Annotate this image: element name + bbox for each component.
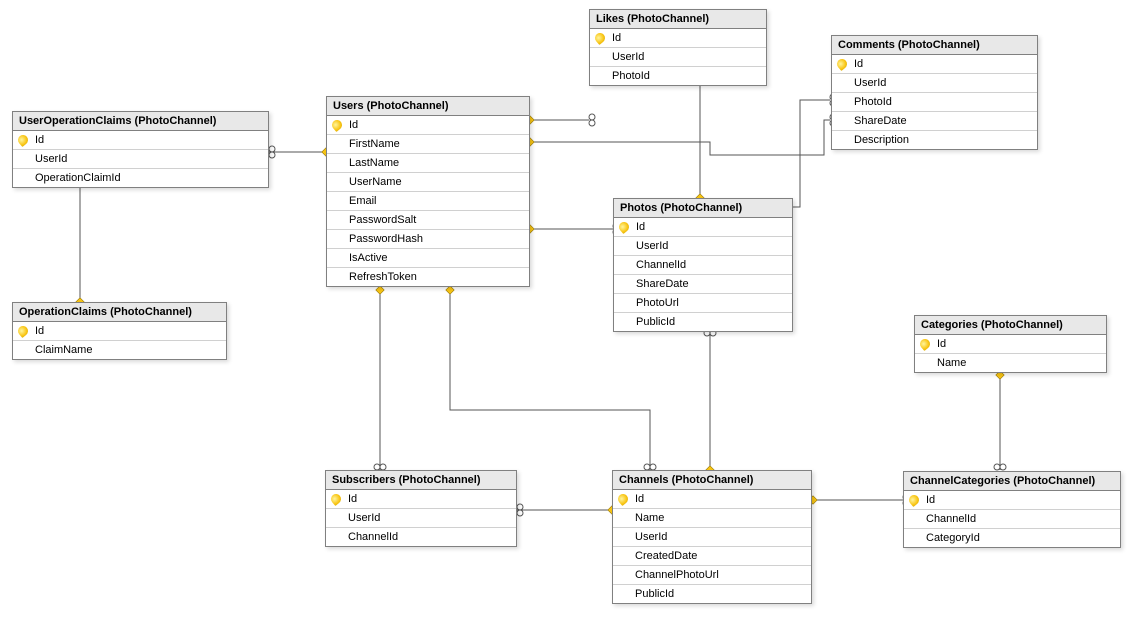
column-channelphotourl: ChannelPhotoUrl	[613, 566, 811, 585]
table-title: Comments (PhotoChannel)	[832, 36, 1037, 55]
column-name: Name	[613, 509, 811, 528]
column-publicid: PublicId	[613, 585, 811, 603]
column-lastname: LastName	[327, 154, 529, 173]
column-categoryid: CategoryId	[904, 529, 1120, 547]
table-likes[interactable]: Likes (PhotoChannel) Id UserId PhotoId	[589, 9, 767, 86]
table-title: UserOperationClaims (PhotoChannel)	[13, 112, 268, 131]
table-title: Subscribers (PhotoChannel)	[326, 471, 516, 490]
column-refreshtoken: RefreshToken	[327, 268, 529, 286]
column-photourl: PhotoUrl	[614, 294, 792, 313]
column-username: UserName	[327, 173, 529, 192]
column-id: Id	[590, 29, 766, 48]
table-categories[interactable]: Categories (PhotoChannel) Id Name	[914, 315, 1107, 373]
table-title: Likes (PhotoChannel)	[590, 10, 766, 29]
column-id: Id	[13, 322, 226, 341]
column-id: Id	[832, 55, 1037, 74]
table-comments[interactable]: Comments (PhotoChannel) Id UserId PhotoI…	[831, 35, 1038, 150]
column-passwordsalt: PasswordSalt	[327, 211, 529, 230]
column-id: Id	[327, 116, 529, 135]
column-isactive: IsActive	[327, 249, 529, 268]
table-operation-claims[interactable]: OperationClaims (PhotoChannel) Id ClaimN…	[12, 302, 227, 360]
column-id: Id	[613, 490, 811, 509]
column-name: Name	[915, 354, 1106, 372]
column-createddate: CreatedDate	[613, 547, 811, 566]
table-subscribers[interactable]: Subscribers (PhotoChannel) Id UserId Cha…	[325, 470, 517, 547]
column-sharedate: ShareDate	[832, 112, 1037, 131]
column-email: Email	[327, 192, 529, 211]
column-channelid: ChannelId	[614, 256, 792, 275]
column-userid: UserId	[326, 509, 516, 528]
column-userid: UserId	[614, 237, 792, 256]
column-id: Id	[904, 491, 1120, 510]
column-photoid: PhotoId	[832, 93, 1037, 112]
column-sharedate: ShareDate	[614, 275, 792, 294]
table-title: Categories (PhotoChannel)	[915, 316, 1106, 335]
column-id: Id	[326, 490, 516, 509]
column-claimname: ClaimName	[13, 341, 226, 359]
column-operationclaimid: OperationClaimId	[13, 169, 268, 187]
table-photos[interactable]: Photos (PhotoChannel) Id UserId ChannelI…	[613, 198, 793, 332]
column-userid: UserId	[613, 528, 811, 547]
table-title: Users (PhotoChannel)	[327, 97, 529, 116]
table-channels[interactable]: Channels (PhotoChannel) Id Name UserId C…	[612, 470, 812, 604]
column-passwordhash: PasswordHash	[327, 230, 529, 249]
column-firstname: FirstName	[327, 135, 529, 154]
column-userid: UserId	[832, 74, 1037, 93]
column-userid: UserId	[590, 48, 766, 67]
table-title: Channels (PhotoChannel)	[613, 471, 811, 490]
table-channel-categories[interactable]: ChannelCategories (PhotoChannel) Id Chan…	[903, 471, 1121, 548]
table-user-operation-claims[interactable]: UserOperationClaims (PhotoChannel) Id Us…	[12, 111, 269, 188]
column-id: Id	[13, 131, 268, 150]
column-photoid: PhotoId	[590, 67, 766, 85]
column-publicid: PublicId	[614, 313, 792, 331]
table-title: ChannelCategories (PhotoChannel)	[904, 472, 1120, 491]
column-id: Id	[915, 335, 1106, 354]
table-title: OperationClaims (PhotoChannel)	[13, 303, 226, 322]
column-channelid: ChannelId	[904, 510, 1120, 529]
table-users[interactable]: Users (PhotoChannel) Id FirstName LastNa…	[326, 96, 530, 287]
table-title: Photos (PhotoChannel)	[614, 199, 792, 218]
column-id: Id	[614, 218, 792, 237]
column-description: Description	[832, 131, 1037, 149]
column-userid: UserId	[13, 150, 268, 169]
column-channelid: ChannelId	[326, 528, 516, 546]
